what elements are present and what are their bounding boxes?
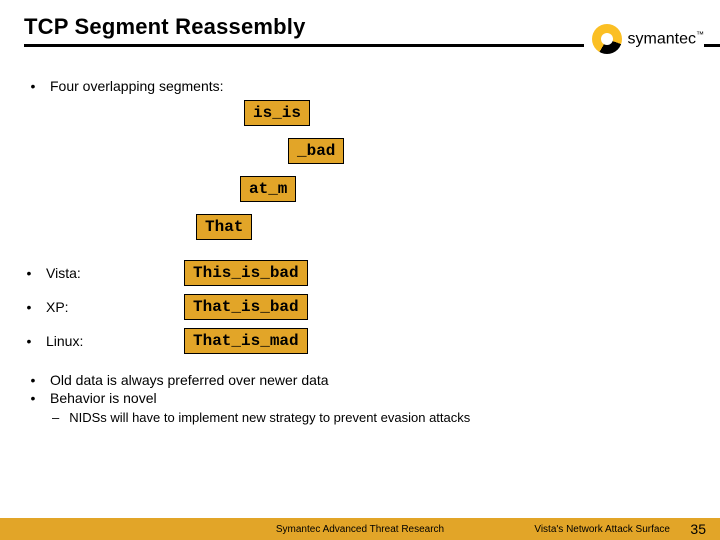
intro-bullet: • Four overlapping segments:	[28, 78, 696, 94]
trademark-icon: ™	[696, 30, 704, 39]
footer-right: Vista's Network Attack Surface	[534, 524, 670, 535]
bullet-icon: •	[28, 78, 38, 94]
segment-row: _bad	[24, 138, 696, 170]
segment-row: That	[24, 214, 696, 246]
slide: TCP Segment Reassembly symantec™ • Four …	[0, 0, 720, 540]
segment-row: is_is	[24, 100, 696, 132]
result-label: • XP:	[24, 299, 184, 315]
result-value-box: This_is_bad	[184, 260, 308, 286]
result-label: • Vista:	[24, 265, 184, 281]
bullet-icon: •	[24, 299, 34, 315]
footer-bullets: • Old data is always preferred over newe…	[24, 372, 696, 425]
symantec-ring-icon	[592, 24, 622, 54]
segment-box-1: _bad	[288, 138, 344, 164]
segment-row: at_m	[24, 176, 696, 208]
footer-center: Symantec Advanced Threat Research	[276, 524, 444, 535]
bullet-icon: •	[24, 333, 34, 349]
header: TCP Segment Reassembly symantec™	[24, 14, 720, 62]
footer-bullet: • Behavior is novel	[28, 390, 696, 406]
spacer	[24, 246, 696, 256]
segment-box-3: That	[196, 214, 252, 240]
bullet-icon: •	[28, 390, 38, 406]
slide-body: • Four overlapping segments: is_is _bad …	[24, 78, 696, 425]
os-name: Linux:	[46, 333, 83, 349]
result-value-box: That_is_bad	[184, 294, 308, 320]
footer-sub-bullet: – NIDSs will have to implement new strat…	[52, 410, 696, 425]
bottom-bar: Symantec Advanced Threat Research Vista'…	[0, 518, 720, 540]
dash-icon: –	[52, 410, 59, 425]
result-label: • Linux:	[24, 333, 184, 349]
page-number: 35	[690, 521, 706, 537]
segment-box-0: is_is	[244, 100, 310, 126]
brand-name: symantec™	[628, 30, 704, 48]
result-row-xp: • XP: That_is_bad	[24, 290, 696, 324]
os-name: Vista:	[46, 265, 81, 281]
footer-text: Behavior is novel	[50, 390, 157, 406]
os-name: XP:	[46, 299, 69, 315]
footer-text: Old data is always preferred over newer …	[50, 372, 329, 388]
brand-logo: symantec™	[584, 24, 704, 54]
sub-text: NIDSs will have to implement new strateg…	[69, 410, 470, 425]
brand-text: symantec	[628, 30, 696, 47]
result-row-vista: • Vista: This_is_bad	[24, 256, 696, 290]
bullet-icon: •	[24, 265, 34, 281]
footer-bullet: • Old data is always preferred over newe…	[28, 372, 696, 388]
result-row-linux: • Linux: That_is_mad	[24, 324, 696, 358]
segment-box-2: at_m	[240, 176, 296, 202]
result-value-box: That_is_mad	[184, 328, 308, 354]
intro-text: Four overlapping segments:	[50, 78, 224, 94]
bullet-icon: •	[28, 372, 38, 388]
